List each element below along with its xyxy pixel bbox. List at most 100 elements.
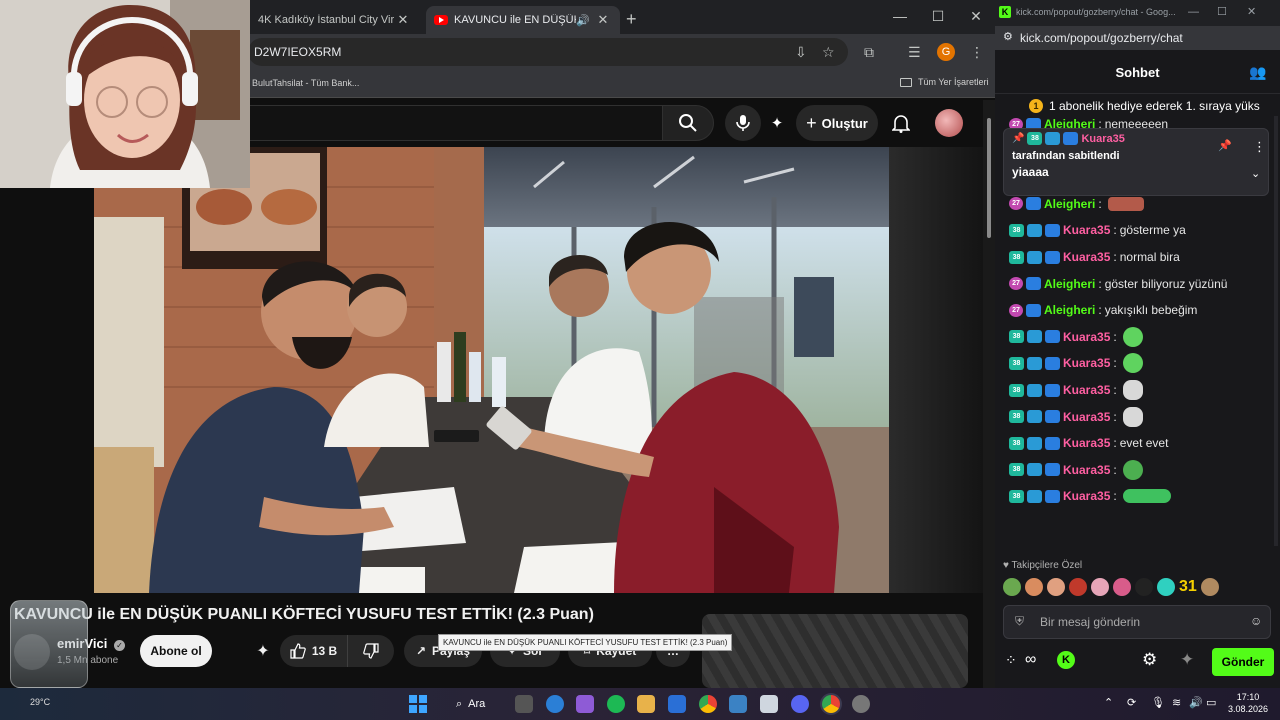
- minimize-icon[interactable]: —: [1188, 6, 1199, 18]
- tray-sync-icon[interactable]: ⟳: [1127, 696, 1136, 709]
- search-button[interactable]: [662, 105, 714, 141]
- pinned-menu-icon[interactable]: ⋮: [1253, 139, 1266, 155]
- volume-icon[interactable]: 🔊: [1189, 696, 1203, 709]
- site-settings-icon[interactable]: ⚙: [1003, 30, 1013, 43]
- chat-username[interactable]: Kuara35: [1063, 436, 1110, 450]
- notepad-icon[interactable]: [760, 695, 778, 713]
- speaker-icon[interactable]: 🔊: [576, 14, 590, 27]
- chat-username[interactable]: Kuara35: [1063, 463, 1110, 477]
- maximize-icon[interactable]: ☐: [928, 8, 948, 25]
- chevron-down-icon[interactable]: ⌄: [1251, 167, 1260, 180]
- emote-heart-icon[interactable]: [1113, 578, 1131, 596]
- emote-dark-icon[interactable]: [1135, 578, 1153, 596]
- chat-username[interactable]: Aleigheri: [1044, 197, 1095, 211]
- like-button[interactable]: 13 B: [280, 635, 348, 667]
- close-tab-icon[interactable]: ✕: [594, 12, 612, 28]
- obs-icon[interactable]: [852, 695, 870, 713]
- pinned-username[interactable]: Kuara35: [1081, 133, 1124, 145]
- tray-chevron-icon[interactable]: ⌃: [1104, 696, 1113, 709]
- edge-icon[interactable]: [546, 695, 564, 713]
- settings-gear-icon[interactable]: ⚙: [1142, 650, 1157, 670]
- extensions-icon[interactable]: ⧉: [864, 44, 874, 61]
- weather-widget[interactable]: 29°C: [30, 697, 50, 707]
- chat-username[interactable]: Kuara35: [1063, 356, 1110, 370]
- chat-username[interactable]: Aleigheri: [1044, 303, 1095, 317]
- video-player[interactable]: [94, 147, 889, 593]
- kick-k-icon[interactable]: K: [1057, 651, 1075, 669]
- search-input[interactable]: [248, 105, 663, 141]
- bookmark-star-icon[interactable]: ☆: [822, 44, 835, 61]
- infinity-icon[interactable]: ∞: [1025, 651, 1036, 669]
- emote-face-icon[interactable]: [1047, 578, 1065, 596]
- close-window-icon[interactable]: ✕: [966, 8, 986, 25]
- page-scrollbar-thumb[interactable]: [987, 118, 991, 238]
- chat-scrollbar[interactable]: [1274, 116, 1278, 546]
- taskbar-search[interactable]: ⌕ Ara: [448, 693, 508, 715]
- youtube-avatar[interactable]: [935, 109, 963, 137]
- file-explorer-icon[interactable]: [637, 695, 655, 713]
- task-view-icon[interactable]: [515, 695, 533, 713]
- voice-search-button[interactable]: [725, 105, 761, 141]
- wifi-icon[interactable]: ≋: [1172, 696, 1181, 709]
- chat-input[interactable]: ⛨ Bir mesaj gönderin ☺: [1003, 605, 1271, 639]
- maximize-icon[interactable]: ☐: [1217, 5, 1227, 18]
- chat-username[interactable]: Kuara35: [1063, 223, 1110, 237]
- dots-icon[interactable]: ⁘: [1005, 652, 1017, 669]
- emote-pink-icon[interactable]: [1091, 578, 1109, 596]
- gift-leaderboard[interactable]: 1 1 abonelik hediye ederek 1. sıraya yük…: [995, 96, 1280, 116]
- outlook-icon[interactable]: [729, 695, 747, 713]
- emote-teal-icon[interactable]: [1157, 578, 1175, 596]
- emoji-icon[interactable]: ☺: [1250, 614, 1262, 628]
- ai-sparkle-button[interactable]: ✦: [759, 105, 795, 141]
- emote-frog-icon[interactable]: [1003, 578, 1021, 596]
- all-bookmarks[interactable]: Tüm Yer İşaretleri: [900, 77, 989, 87]
- chat-username[interactable]: Kuara35: [1063, 383, 1110, 397]
- taskbar-clock[interactable]: 17:10 3.08.2026: [1220, 691, 1276, 715]
- chat-username[interactable]: Kuara35: [1063, 489, 1110, 503]
- pinned-message[interactable]: 📌 38 Kuara35 tarafından sabitlendi yiaaa…: [1003, 128, 1269, 196]
- notifications-button[interactable]: [883, 105, 919, 141]
- store-icon[interactable]: [668, 695, 686, 713]
- users-icon[interactable]: 👥: [1249, 64, 1266, 81]
- chat-username[interactable]: Kuara35: [1063, 330, 1110, 344]
- tab-kadikoy-walk[interactable]: 4K Kadıköy İstanbul City Virtual Walki ✕: [250, 6, 420, 34]
- unpin-icon[interactable]: 📌: [1218, 139, 1232, 152]
- battery-icon[interactable]: ▭: [1206, 696, 1216, 709]
- dislike-button[interactable]: [348, 635, 394, 667]
- chrome-icon[interactable]: [699, 695, 717, 713]
- emote-red-icon[interactable]: [1069, 578, 1087, 596]
- copilot-icon[interactable]: [576, 695, 594, 713]
- tray-mic-icon[interactable]: 🎙: [1151, 696, 1165, 709]
- minimize-icon[interactable]: —: [890, 8, 910, 24]
- media-control-icon[interactable]: ☰: [908, 44, 921, 61]
- clock-time: 17:10: [1236, 692, 1260, 702]
- address-bar[interactable]: D2W7IEOX5RM: [248, 38, 848, 66]
- spotify-icon[interactable]: [607, 695, 625, 713]
- bookmark-bulut[interactable]: BulutTahsilat - Tüm Bank...: [252, 78, 359, 88]
- emote-small-icon[interactable]: [1200, 578, 1219, 596]
- sparkle-icon[interactable]: ✦: [1180, 650, 1194, 670]
- close-tab-icon[interactable]: ✕: [394, 12, 412, 28]
- heart-icon: ♥: [1003, 560, 1009, 571]
- discord-icon[interactable]: [791, 695, 809, 713]
- chat-username[interactable]: Kuara35: [1063, 250, 1110, 264]
- chat-username[interactable]: Kuara35: [1063, 410, 1110, 424]
- recommendation-thumbnail[interactable]: [702, 614, 968, 688]
- chrome-menu-icon[interactable]: ⋮: [970, 44, 984, 61]
- tab-youtube-video[interactable]: KAVUNCU ile EN DÜŞÜK PUANLI 🔊 ✕: [426, 6, 620, 34]
- emote-frog-icon: [1122, 459, 1143, 480]
- kick-address-bar[interactable]: ⚙ kick.com/popout/gozberry/chat: [995, 26, 1280, 50]
- sparkle-button[interactable]: ✦: [246, 635, 280, 667]
- emote-cat-icon[interactable]: [1025, 578, 1043, 596]
- emote-count[interactable]: 31: [1179, 578, 1197, 596]
- create-button[interactable]: + Oluştur: [796, 105, 878, 141]
- windows-start-icon[interactable]: [409, 695, 427, 713]
- subscribe-button[interactable]: Abone ol: [140, 635, 212, 667]
- chat-username[interactable]: Aleigheri: [1044, 277, 1095, 291]
- chrome-profile-icon[interactable]: [822, 695, 840, 713]
- new-tab-button[interactable]: +: [626, 9, 637, 30]
- close-window-icon[interactable]: ✕: [1247, 5, 1256, 18]
- send-button[interactable]: Gönder: [1212, 648, 1274, 676]
- profile-avatar[interactable]: G: [937, 43, 955, 61]
- install-app-icon[interactable]: ⇩: [795, 44, 807, 61]
